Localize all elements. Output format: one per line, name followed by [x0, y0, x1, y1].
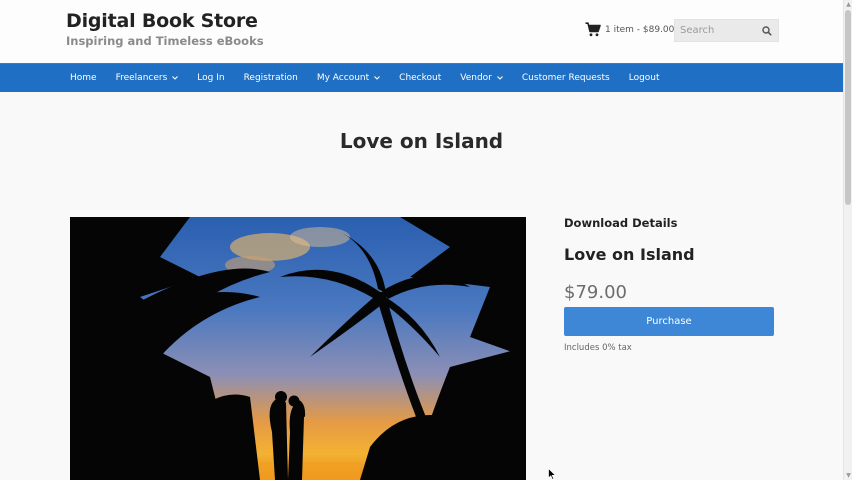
details-heading: Download Details	[564, 216, 678, 230]
search-box	[674, 19, 779, 42]
cart-widget[interactable]: 1 item - $89.00	[585, 22, 674, 37]
nav-item-my-account[interactable]: My Account	[316, 73, 381, 83]
nav-item-label: Logout	[628, 73, 660, 83]
nav-item-log-in[interactable]: Log In	[197, 73, 224, 83]
nav-item-checkout[interactable]: Checkout	[399, 73, 441, 83]
mouse-cursor-icon	[548, 468, 556, 480]
nav-item-home[interactable]: Home	[70, 73, 97, 83]
nav-item-label: Log In	[197, 73, 225, 83]
search-icon[interactable]	[760, 24, 774, 38]
site-tagline: Inspiring and Timeless eBooks	[66, 34, 264, 48]
page-scrollbar[interactable]: ▲ ▼	[843, 0, 852, 480]
search-input[interactable]	[675, 25, 760, 36]
scroll-thumb[interactable]	[845, 10, 851, 205]
cart-summary[interactable]: 1 item - $89.00	[605, 25, 674, 35]
nav-item-registration[interactable]: Registration	[244, 73, 298, 83]
nav-item-label: Freelancers	[115, 73, 168, 83]
cart-icon	[585, 22, 601, 37]
purchase-button[interactable]: Purchase	[564, 307, 774, 336]
tax-note: Includes 0% tax	[564, 343, 632, 353]
nav-item-label: Vendor	[460, 73, 492, 83]
chevron-down-icon	[497, 76, 503, 80]
download-details: Download Details Love on Island $79.00 P…	[564, 216, 774, 353]
chevron-down-icon	[172, 76, 179, 80]
site-header: Digital Book Store Inspiring and Timeles…	[0, 0, 843, 63]
scroll-down-icon[interactable]: ▼	[845, 472, 852, 479]
page-title: Love on Island	[339, 129, 504, 153]
nav-item-freelancers[interactable]: Freelancers	[116, 73, 179, 83]
nav-item-label: Home	[70, 73, 97, 83]
scroll-up-icon[interactable]: ▲	[845, 1, 852, 8]
nav-item-logout[interactable]: Logout	[629, 73, 660, 83]
nav-item-customer-requests[interactable]: Customer Requests	[522, 73, 610, 83]
product-image	[70, 217, 526, 480]
main-navigation: Home Freelancers Log In Registration My …	[0, 63, 843, 92]
nav-item-label: Registration	[243, 73, 298, 83]
nav-item-label: Checkout	[399, 73, 442, 83]
site-title[interactable]: Digital Book Store	[66, 10, 258, 32]
nav-item-label: My Account	[316, 73, 370, 83]
product-price: $79.00	[564, 282, 627, 303]
product-name: Love on Island	[564, 245, 695, 264]
chevron-down-icon	[374, 76, 381, 80]
nav-item-vendor[interactable]: Vendor	[460, 73, 503, 83]
nav-item-label: Customer Requests	[521, 73, 610, 83]
